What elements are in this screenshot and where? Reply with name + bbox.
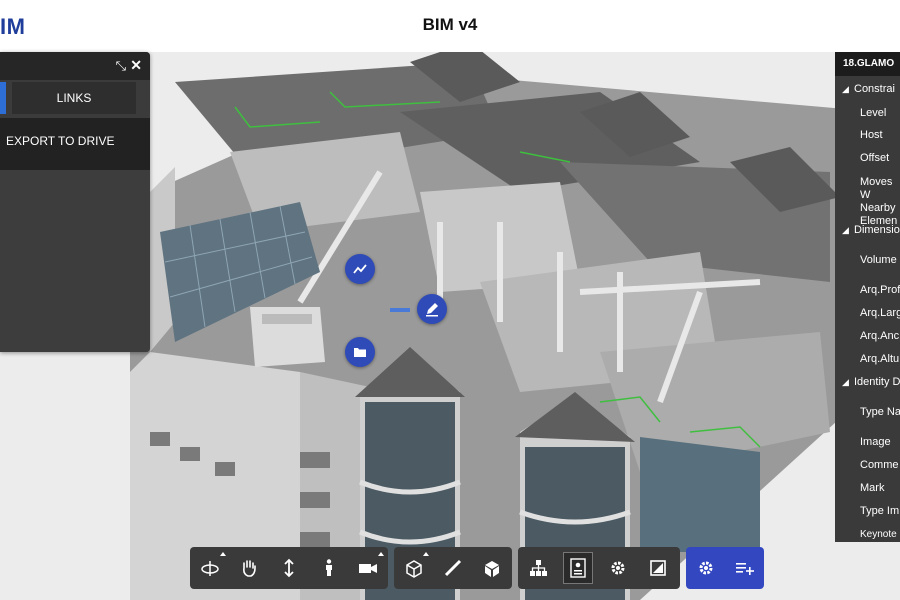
fullscreen-tool[interactable]	[638, 547, 678, 589]
model-tree-icon	[530, 560, 547, 576]
prop-offset: Offset	[860, 152, 890, 164]
camera-icon	[359, 564, 378, 573]
zoom-vertical-icon	[284, 558, 294, 578]
prop-image: Image	[860, 436, 891, 448]
pan-hand-icon	[243, 560, 257, 577]
section-dimensions[interactable]: ◢ Dimensio	[835, 224, 900, 237]
properties-panel: 18.GLAMO ◢ Constrai Level Host Offset Mov…	[835, 52, 900, 542]
tab-links[interactable]: LINKS	[12, 82, 136, 114]
measure-ruler-icon	[444, 559, 462, 577]
page-title: BIM v4	[422, 15, 478, 34]
first-person-tool[interactable]	[309, 547, 349, 589]
settings-tool[interactable]	[598, 547, 638, 589]
prop-mark: Mark	[860, 482, 885, 494]
prop-type-image: Type Im	[860, 505, 900, 517]
section-constraints[interactable]: ◢ Constrai	[835, 83, 900, 96]
view-toolbar	[518, 547, 680, 589]
edit-marker[interactable]	[417, 294, 447, 324]
section-box-tool[interactable]	[394, 547, 433, 589]
add-list-icon	[735, 563, 754, 575]
explode-cube-icon	[485, 561, 500, 577]
prop-comments: Comme	[860, 459, 899, 471]
orbit-icon	[201, 561, 219, 576]
add-list-button[interactable]	[725, 547, 764, 589]
navigation-toolbar	[190, 547, 388, 589]
prop-level: Level	[860, 107, 887, 119]
close-icon[interactable]: ✕	[130, 56, 142, 74]
zoom-tool[interactable]	[269, 547, 309, 589]
properties-tool-active	[563, 552, 593, 584]
links-panel: ⤡ ✕ LINKS EXPORT TO DRIVE	[0, 52, 150, 352]
prop-arq-anc: Arq.Anc	[860, 330, 900, 342]
collapse-arrows-icon[interactable]: ⤡	[116, 57, 126, 75]
properties-icon	[570, 558, 586, 578]
submenu-indicator	[423, 552, 430, 556]
prop-arq-prof: Arq.Prof	[860, 284, 900, 296]
camera-tool[interactable]	[348, 547, 388, 589]
first-person-icon	[325, 559, 332, 576]
extension-toolbar	[686, 547, 764, 589]
prop-arq-larg: Arq.Larg	[860, 307, 900, 319]
submenu-indicator	[377, 552, 384, 556]
caret-down-icon: ◢	[842, 377, 849, 387]
settings-icon	[699, 561, 712, 575]
prop-volume: Volume	[860, 254, 897, 266]
extension-settings-button[interactable]	[686, 547, 725, 589]
properties-tool[interactable]	[558, 547, 598, 589]
fullscreen-icon	[650, 560, 666, 576]
pencil-icon	[426, 303, 438, 317]
section-box-icon	[405, 560, 422, 578]
prop-host: Host	[860, 129, 883, 141]
folder-marker[interactable]	[345, 337, 375, 367]
chart-marker[interactable]	[345, 254, 375, 284]
prop-type-name: Type Na	[860, 406, 900, 418]
panel-body	[0, 170, 150, 352]
orbit-tool[interactable]	[190, 547, 230, 589]
panel-header: ⤡ ✕	[0, 52, 150, 80]
caret-down-icon: ◢	[842, 84, 849, 94]
properties-title: 18.GLAMO	[835, 52, 900, 76]
submenu-indicator	[219, 552, 226, 556]
active-tab-indicator[interactable]	[0, 82, 6, 114]
header-bar: IM BIM v4	[0, 0, 900, 52]
prop-arq-alt: Arq.Altu	[860, 353, 900, 365]
settings-gear-icon	[611, 561, 625, 575]
caret-down-icon: ◢	[842, 225, 849, 235]
tools-toolbar	[394, 547, 512, 589]
prop-keynote: Keynote	[860, 529, 897, 540]
measure-tool[interactable]	[433, 547, 472, 589]
prop-moves-with-nearby: Moves W Nearby Elemen	[860, 176, 898, 227]
trend-chart-icon	[353, 264, 367, 274]
explode-tool[interactable]	[473, 547, 512, 589]
pan-tool[interactable]	[230, 547, 270, 589]
folder-icon	[354, 348, 366, 357]
export-to-drive-button[interactable]: EXPORT TO DRIVE	[0, 118, 150, 170]
model-tree-tool[interactable]	[518, 547, 558, 589]
section-identity-data[interactable]: ◢ Identity D	[835, 376, 900, 389]
